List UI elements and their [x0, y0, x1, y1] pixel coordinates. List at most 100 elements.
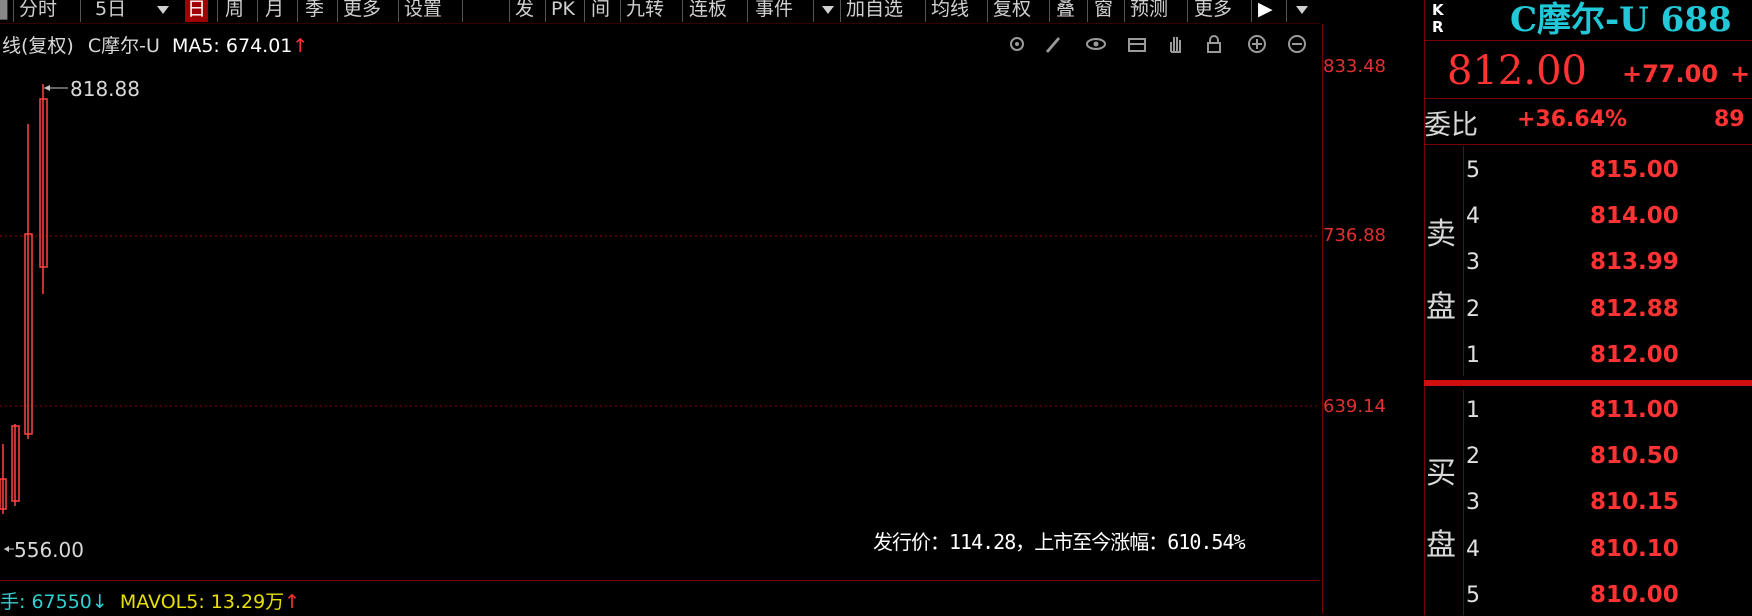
book-divider: [1424, 380, 1752, 386]
bid-price[interactable]: 810.15: [1590, 489, 1679, 515]
ma-lines-button[interactable]: 均线: [931, 0, 969, 22]
bid-price[interactable]: 810.00: [1590, 582, 1679, 608]
tab-5day[interactable]: 5日: [95, 0, 126, 22]
chevron-down-icon[interactable]: [157, 6, 169, 14]
adjust-button[interactable]: 复权: [993, 0, 1031, 22]
fa-button[interactable]: 发: [515, 0, 534, 22]
bid-price[interactable]: 810.50: [1590, 443, 1679, 469]
tab-quarter[interactable]: 季: [305, 0, 324, 22]
toolbar-separator: [747, 0, 748, 22]
sell-label: 卖: [1426, 217, 1456, 252]
last-price: 812.00: [1447, 48, 1587, 94]
toolbar-separator: [1124, 0, 1125, 22]
bid-price[interactable]: 810.10: [1590, 536, 1679, 562]
ask-level: 3: [1466, 250, 1480, 275]
lianban-button[interactable]: 连板: [689, 0, 727, 22]
weibi-label: 委比: [1424, 110, 1478, 141]
toolbar-separator: [80, 0, 81, 22]
more-button[interactable]: 更多: [1194, 0, 1232, 22]
bid-level: 5: [1466, 583, 1480, 608]
ask-price[interactable]: 813.99: [1590, 249, 1679, 275]
ask-level: 1: [1466, 343, 1480, 368]
toolbar-separator: [620, 0, 621, 22]
low-price-marker: 556.00: [14, 538, 84, 562]
kr-label: R: [1432, 18, 1444, 36]
axis-label: 639.14: [1323, 396, 1386, 417]
weibi-diff: 89: [1714, 107, 1745, 132]
ipo-info: 发行价：114.28，上市至今涨幅：610.54%: [873, 530, 1246, 554]
ask-level: 2: [1466, 297, 1480, 322]
toolbar-separator: [1087, 0, 1088, 22]
jiuzhuan-button[interactable]: 九转: [626, 0, 664, 22]
price-change-pct: +: [1730, 60, 1751, 88]
overlay-button[interactable]: 叠: [1056, 0, 1075, 22]
ask-price[interactable]: 815.00: [1590, 157, 1679, 183]
toolbar-separator: [1251, 0, 1252, 22]
up-arrow-icon: ↑: [284, 591, 301, 613]
chevron-down-icon[interactable]: [822, 6, 834, 14]
toolbar-separator: [217, 0, 218, 22]
bid-level: 2: [1466, 444, 1480, 469]
buy-label: 盘: [1426, 528, 1456, 563]
toolbar-separator: [337, 0, 338, 22]
toolbar-separator: [682, 0, 683, 22]
toolbar-separator: [987, 0, 988, 22]
ask-price[interactable]: 812.88: [1590, 296, 1679, 322]
mavol5-value: MAVOL5: 13.29万: [119, 591, 285, 613]
forecast-button[interactable]: 预测: [1130, 0, 1168, 22]
toolbar-separator: [297, 0, 298, 22]
volume-value: 手: 67550: [0, 591, 92, 613]
axis-label: 736.88: [1323, 225, 1386, 246]
ask-price[interactable]: 814.00: [1590, 203, 1679, 229]
period-toolbar: ▌ 分时 5日 日 周 月 季 更多 设置 发 PK 间 九转 连板 事件 加自…: [0, 0, 1320, 24]
bid-level: 4: [1466, 537, 1480, 562]
bid-level: 1: [1466, 398, 1480, 423]
toolbar-separator: [398, 0, 399, 22]
settings-button[interactable]: 设置: [404, 0, 442, 22]
tab-more[interactable]: 更多: [343, 0, 381, 22]
ask-level: 4: [1466, 204, 1480, 229]
down-arrow-icon: ↓: [91, 591, 108, 613]
toolbar-separator: [1286, 0, 1287, 22]
divider: [1424, 40, 1752, 41]
divider: [1424, 98, 1752, 99]
tab-day[interactable]: 日: [185, 0, 209, 22]
toolbar-separator: [545, 0, 546, 22]
volume-info: 手: 67550↓ MAVOL5: 13.29万↑: [0, 587, 300, 614]
toolbar-separator: [584, 0, 585, 22]
tab-month[interactable]: 月: [265, 0, 284, 22]
high-price-marker: 818.88: [70, 77, 140, 101]
toolbar-separator: [813, 0, 814, 22]
axis-label: 833.48: [1323, 56, 1386, 77]
ask-price[interactable]: 812.00: [1590, 342, 1679, 368]
toolbar-separator: [257, 0, 258, 22]
toolbar-separator: [13, 0, 14, 22]
ask-level: 5: [1466, 158, 1480, 183]
pk-button[interactable]: PK: [551, 0, 575, 22]
pin-icon[interactable]: ▶: [1258, 0, 1273, 22]
toolbar-separator: [462, 0, 463, 22]
toolbar-separator: [840, 0, 841, 22]
add-watchlist-button[interactable]: 加自选: [846, 0, 903, 22]
buy-label: 买: [1426, 456, 1456, 491]
window-button[interactable]: 窗: [1094, 0, 1113, 22]
bid-level: 3: [1466, 490, 1480, 515]
toolbar-separator: [1049, 0, 1050, 22]
toolbar-separator: [1187, 0, 1188, 22]
tab-week[interactable]: 周: [225, 0, 244, 22]
kline-chart[interactable]: [0, 24, 1320, 580]
divider: [1424, 144, 1752, 145]
event-button[interactable]: 事件: [755, 0, 793, 22]
price-axis: [1322, 24, 1423, 614]
jian-button[interactable]: 间: [591, 0, 610, 22]
chevron-down-icon[interactable]: [1296, 6, 1308, 14]
price-change: +77.00: [1622, 60, 1719, 88]
toolbar-separator: [925, 0, 926, 22]
sell-label: 盘: [1426, 290, 1456, 325]
weibi-value: +36.64%: [1517, 107, 1628, 132]
toolbar-separator: [509, 0, 510, 22]
quote-stock-name: C摩尔-U 688: [1510, 0, 1732, 40]
kr-label: K: [1432, 1, 1444, 19]
bid-price[interactable]: 811.00: [1590, 397, 1679, 423]
tab-fenshi[interactable]: 分时: [19, 0, 57, 22]
